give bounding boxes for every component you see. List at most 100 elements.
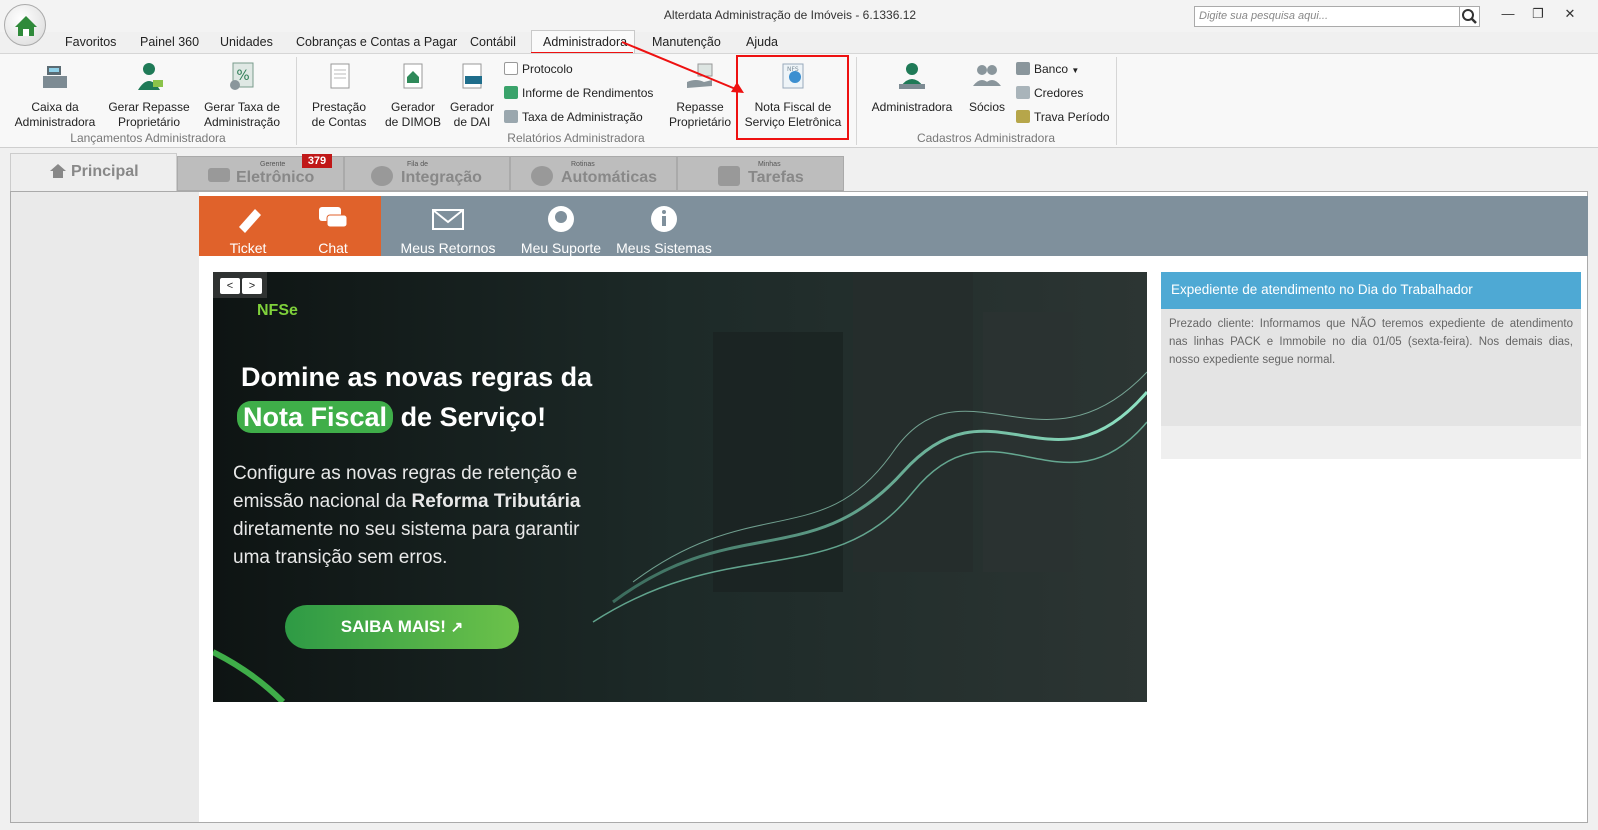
ticket-icon xyxy=(239,209,261,233)
taxa-adm-label: Taxa de Administração xyxy=(522,110,643,124)
tab-principal[interactable]: Principal xyxy=(10,153,177,191)
menu-administradora[interactable]: Administradora xyxy=(543,35,627,49)
sync-icon xyxy=(371,166,393,186)
dimob-label-1: Gerador xyxy=(390,100,436,114)
dai-label-1: Gerador xyxy=(449,100,495,114)
notification-badge: 379 xyxy=(302,154,332,168)
gerar-taxa-button[interactable]: % Gerar Taxa de Administração xyxy=(196,60,288,130)
nfse-logo: NFSe xyxy=(257,302,298,319)
home-icon xyxy=(50,164,66,178)
dimob-house-icon xyxy=(403,63,423,89)
carousel-prev-button[interactable]: < xyxy=(220,278,240,294)
dai-label-2: de DAI xyxy=(453,115,491,129)
saiba-mais-button[interactable]: SAIBA MAIS! ↗ xyxy=(285,605,519,649)
gerar-repasse-button[interactable]: Gerar Repasse Proprietário xyxy=(104,60,194,130)
administradora-label: Administradora xyxy=(871,100,953,114)
tab-eletronico-sub: Gerente xyxy=(260,161,286,168)
search-input[interactable]: Digite sua pesquisa aqui... xyxy=(1194,6,1460,27)
tab-minhas-tarefas[interactable]: Minhas Tarefas xyxy=(677,156,844,191)
meu-suporte-button[interactable]: Meu Suporte xyxy=(514,205,608,256)
socios-label: Sócios xyxy=(968,100,1006,114)
info-icon xyxy=(651,206,677,232)
income-icon xyxy=(504,86,518,99)
chat-label: Chat xyxy=(318,240,348,256)
promo-banner[interactable]: < > NFSe Domine as novas regras da Nota … xyxy=(213,272,1147,702)
admin-person-icon xyxy=(899,63,925,89)
bank-icon xyxy=(1016,62,1030,75)
search-icon xyxy=(1462,9,1477,24)
banner-body-line3: diretamente no seu sistema para garantir xyxy=(233,519,580,540)
gerador-dai-button[interactable]: Gerador de DAI xyxy=(446,60,498,130)
tab-tarefas-label: Tarefas xyxy=(748,169,804,186)
tab-fila-integracao[interactable]: Fila de Integração xyxy=(344,156,510,191)
banner-body-line1: Configure as novas regras de retenção e xyxy=(233,463,578,484)
protocolo-label: Protocolo xyxy=(522,62,573,76)
person-money-icon xyxy=(138,63,163,90)
info-body: Prezado cliente: Informamos que NÃO tere… xyxy=(1161,309,1581,426)
fee-icon xyxy=(504,110,518,123)
close-button[interactable]: ✕ xyxy=(1560,6,1580,22)
partners-icon xyxy=(973,65,1001,86)
chevron-down-icon: ▼ xyxy=(1071,66,1080,75)
dimob-label-2: de DIMOB xyxy=(384,115,441,129)
tab-tarefas-sub: Minhas xyxy=(758,161,781,168)
tab-eletronico-label: Eletrônico xyxy=(236,169,315,186)
retornos-label: Meus Retornos xyxy=(400,240,496,256)
meus-retornos-button[interactable]: Meus Retornos xyxy=(398,205,498,256)
group-cadastros: Cadastros Administradora xyxy=(916,131,1056,145)
banner-body-line2a: emissão nacional da xyxy=(233,491,412,512)
support-agent-icon xyxy=(548,206,574,232)
cash-register-icon xyxy=(43,66,67,88)
home-button[interactable] xyxy=(4,4,46,46)
minimize-button[interactable]: — xyxy=(1498,6,1518,22)
taxa-administracao-button[interactable]: Taxa de Administração xyxy=(504,110,643,124)
protocol-icon xyxy=(504,62,518,75)
ticket-button[interactable]: Ticket xyxy=(213,205,283,256)
banner-body-line4: uma transição sem erros. xyxy=(233,547,448,568)
menu-painel-360[interactable]: Painel 360 xyxy=(140,35,199,49)
caixa-label-1: Caixa da xyxy=(31,100,79,114)
chat-button[interactable]: Chat xyxy=(298,205,368,256)
socios-button[interactable]: Sócios xyxy=(962,60,1012,115)
menu-contabil[interactable]: Contábil xyxy=(470,35,516,49)
creditors-icon xyxy=(1016,86,1030,99)
banner-title-line2: Nota Fiscal de Serviço! xyxy=(237,401,547,433)
carousel-next-button[interactable]: > xyxy=(242,278,262,294)
envelope-icon xyxy=(432,209,464,230)
tab-integracao-sub: Fila de xyxy=(407,161,429,168)
prestacao-label-2: de Contas xyxy=(311,115,367,129)
banner-body: Configure as novas regras de retenção e … xyxy=(233,460,580,572)
menu-cobrancas[interactable]: Cobranças e Contas a Pagar xyxy=(296,35,457,49)
prestacao-contas-button[interactable]: Prestação de Contas xyxy=(304,60,374,130)
chat-icon xyxy=(319,207,348,228)
menu-unidades[interactable]: Unidades xyxy=(220,35,273,49)
gerador-dimob-button[interactable]: Gerador de DIMOB xyxy=(378,60,448,130)
banco-button[interactable]: Banco ▼ xyxy=(1016,62,1079,76)
menu-favoritos[interactable]: Favoritos xyxy=(65,35,116,49)
tab-rotinas-automaticas[interactable]: Rotinas Automáticas xyxy=(510,156,677,191)
tab-integracao-label: Integração xyxy=(401,169,482,186)
banner-title-line1: Domine as novas regras da xyxy=(241,362,593,392)
trava-label: Trava Período xyxy=(1034,110,1110,124)
credores-button[interactable]: Credores xyxy=(1016,86,1083,100)
highlight-box xyxy=(736,55,849,140)
prestacao-label-1: Prestação xyxy=(311,100,367,114)
trava-periodo-button[interactable]: Trava Período xyxy=(1016,110,1110,124)
suporte-label: Meu Suporte xyxy=(520,240,602,256)
menu-ajuda[interactable]: Ajuda xyxy=(746,35,778,49)
report-icon xyxy=(330,63,350,89)
saiba-mais-label: SAIBA MAIS! xyxy=(340,617,446,636)
meus-sistemas-button[interactable]: Meus Sistemas xyxy=(614,205,714,256)
repasse-label-1: Gerar Repasse xyxy=(108,100,190,114)
banner-title-rest: de Serviço! xyxy=(400,402,547,432)
search-button[interactable] xyxy=(1460,6,1480,27)
administradora-button[interactable]: Administradora xyxy=(866,60,958,115)
home-icon xyxy=(15,16,37,36)
ribbon-separator xyxy=(1116,57,1117,145)
window-title: Alterdata Administração de Imóveis - 6.1… xyxy=(663,8,917,22)
info-footer xyxy=(1161,426,1581,459)
restore-button[interactable]: ❐ xyxy=(1528,6,1548,22)
caixa-administradora-button[interactable]: Caixa da Administradora xyxy=(10,60,100,130)
protocolo-button[interactable]: Protocolo xyxy=(504,62,573,76)
repasse-prop-label-1: Repasse xyxy=(676,100,724,114)
